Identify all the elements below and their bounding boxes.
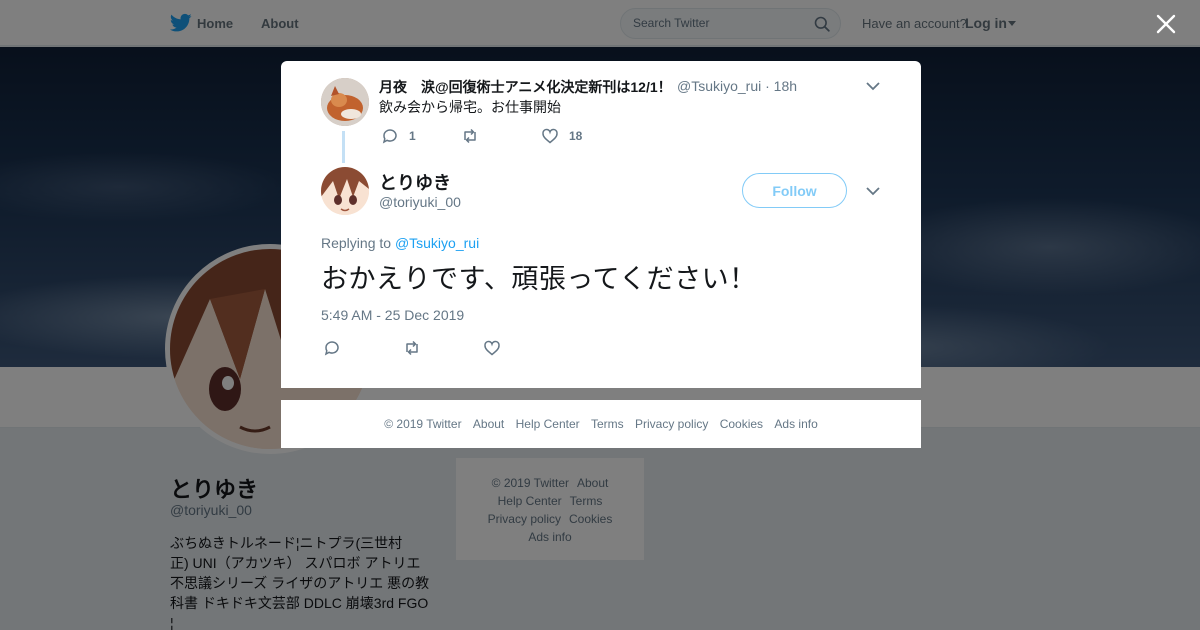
parent-tweet-handle-time[interactable]: @Tsukiyo_rui · 18h [677,78,797,94]
like-count: 18 [569,129,583,143]
main-tweet-avatar[interactable] [321,167,369,215]
tweet-permalink-modal: 月夜 涙@回復術士アニメ化決定新刊は12/1！ @Tsukiyo_rui · 1… [281,61,921,388]
parent-tweet-avatar[interactable] [321,78,369,126]
footer-privacy-link[interactable]: Privacy policy [635,417,708,431]
fox-avatar-image [321,78,369,126]
modal-footer: © 2019 Twitter About Help Center Terms P… [281,400,921,448]
reply-count: 1 [409,129,416,143]
reply-icon[interactable] [381,127,399,145]
close-icon[interactable] [1155,13,1177,35]
footer-cookies-link[interactable]: Cookies [720,417,763,431]
tweet-timestamp[interactable]: 5:49 AM - 25 Dec 2019 [321,307,464,323]
main-tweet-author-handle[interactable]: @toriyuki_00 [379,194,461,210]
footer-copyright: © 2019 Twitter [384,417,462,431]
footer-help-link[interactable]: Help Center [516,417,580,431]
follow-button[interactable]: Follow [742,173,847,208]
replying-to-label: Replying to [321,235,392,251]
retweet-icon[interactable] [403,339,421,357]
chevron-down-icon[interactable] [866,81,880,91]
parent-tweet-author-name[interactable]: 月夜 涙@回復術士アニメ化決定新刊は12/1！ [379,77,672,97]
footer-terms-link[interactable]: Terms [591,417,624,431]
tweet-text: おかえりです、頑張ってください！ [321,264,757,295]
replying-to-line: Replying to @Tsukiyo_rui [321,235,479,251]
footer-ads-link[interactable]: Ads info [774,417,817,431]
retweet-icon[interactable] [461,127,479,145]
anime-avatar-image [321,167,369,215]
like-heart-icon[interactable] [483,339,501,357]
replying-to-link[interactable]: @Tsukiyo_rui [395,235,479,251]
thread-connector-line [342,131,345,163]
like-heart-icon[interactable] [541,127,559,145]
chevron-down-icon[interactable] [866,186,880,196]
parent-tweet-text: 飲み会から帰宅。お仕事開始 [379,99,561,115]
main-tweet-author-name[interactable]: とりゆき [379,169,451,195]
reply-icon[interactable] [323,339,341,357]
footer-about-link[interactable]: About [473,417,504,431]
